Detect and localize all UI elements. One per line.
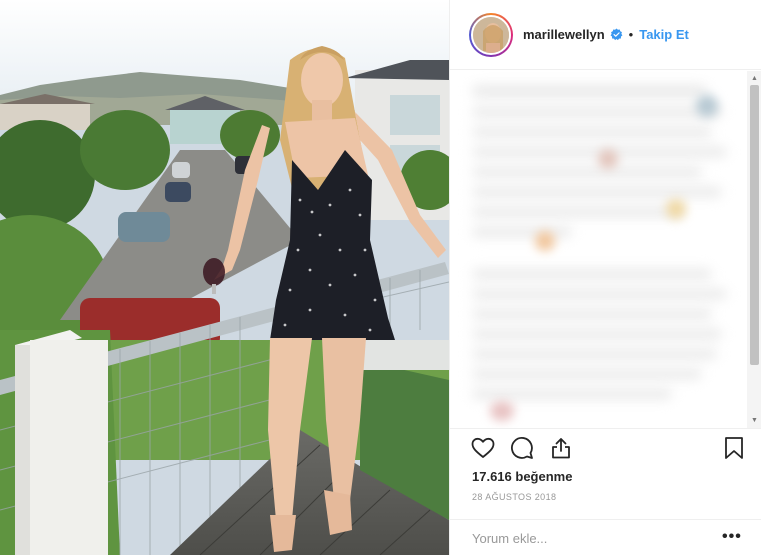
blurred-emoji (490, 401, 514, 421)
post-image (0, 0, 449, 555)
username-link[interactable]: marillewellyn (523, 27, 605, 42)
blurred-comment (472, 167, 702, 177)
follow-button[interactable]: Takip Et (639, 27, 689, 42)
post-side-panel: marillewellyn • Takip Et ▲ ▼ 17.616 beğe… (449, 0, 761, 555)
likes-count[interactable]: 17.616 beğenme (472, 469, 572, 484)
blurred-comment (472, 227, 572, 237)
comments-scrollbar[interactable]: ▲ ▼ (747, 71, 761, 428)
scrollbar-thumb[interactable] (750, 85, 759, 365)
comments-list[interactable] (450, 71, 750, 428)
heart-icon[interactable] (470, 435, 496, 461)
blurred-comment (472, 289, 727, 299)
blurred-emoji (666, 199, 686, 219)
header-separator: • (628, 27, 634, 42)
avatar[interactable] (469, 12, 513, 57)
blurred-comment (472, 127, 712, 137)
scroll-down-icon[interactable]: ▼ (747, 413, 761, 428)
more-options-icon[interactable]: ••• (722, 528, 742, 546)
blurred-comment (472, 329, 722, 339)
blurred-comment (472, 269, 712, 279)
blurred-comment (472, 107, 722, 117)
blurred-comment (472, 349, 717, 359)
comment-bubble-icon[interactable] (509, 435, 535, 461)
post-header: marillewellyn • Takip Et (450, 0, 761, 70)
blurred-emoji (535, 231, 555, 251)
post-date[interactable]: 28 AĞUSTOS 2018 (472, 492, 556, 502)
add-comment-bar: ••• (450, 519, 761, 555)
post-photo[interactable] (0, 0, 449, 555)
scroll-up-icon[interactable]: ▲ (747, 71, 761, 86)
blurred-comment (472, 309, 712, 319)
action-icons (470, 435, 574, 461)
bookmark-icon[interactable] (721, 435, 747, 461)
blurred-emoji (598, 149, 618, 169)
blurred-comment (472, 389, 672, 399)
blurred-comment (472, 187, 722, 197)
comment-input[interactable] (472, 526, 702, 550)
share-icon[interactable] (548, 435, 574, 461)
post-actions: 17.616 beğenme 28 AĞUSTOS 2018 ••• (450, 428, 761, 555)
verified-badge-icon (610, 28, 623, 41)
blurred-comment (472, 85, 707, 97)
blurred-comment (472, 369, 702, 379)
blurred-comment (472, 207, 682, 217)
blurred-emoji (696, 95, 718, 117)
avatar-image (471, 14, 511, 55)
